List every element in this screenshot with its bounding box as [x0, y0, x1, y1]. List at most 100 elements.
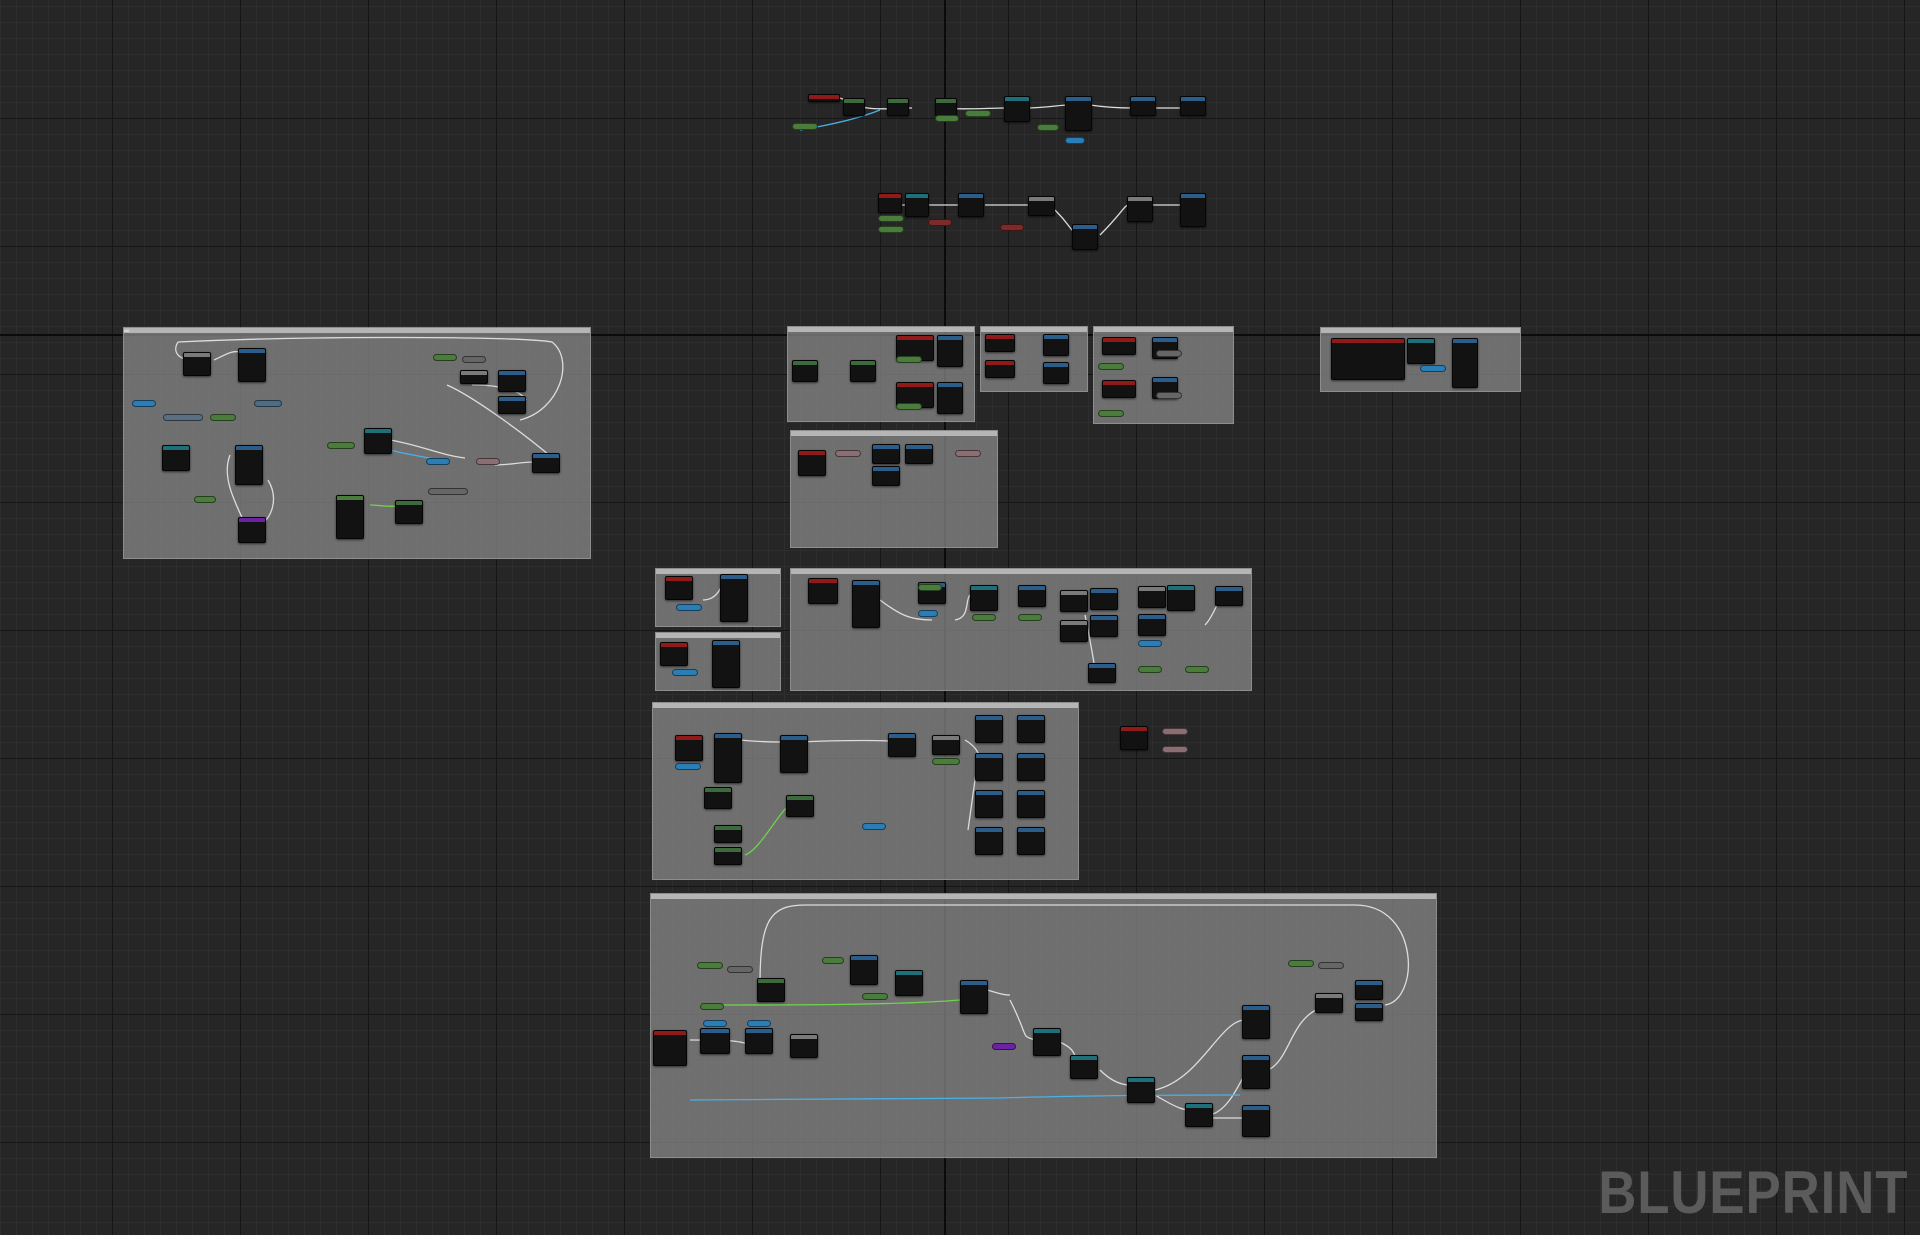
function-node[interactable] [975, 827, 1003, 855]
event-node[interactable] [808, 94, 840, 102]
function-node[interactable] [1043, 362, 1069, 384]
function-node[interactable] [1180, 193, 1206, 227]
function-node[interactable] [786, 795, 814, 817]
function-node[interactable] [937, 382, 963, 414]
function-node[interactable] [1060, 620, 1088, 642]
comment-box-title[interactable] [788, 327, 974, 332]
variable-object-pill[interactable] [1000, 224, 1024, 231]
function-node[interactable] [1090, 588, 1118, 610]
variable-get-pill[interactable] [433, 354, 457, 361]
variable-object-pill[interactable] [254, 400, 282, 407]
function-node[interactable] [888, 733, 916, 757]
variable-get-pill[interactable] [1098, 363, 1124, 370]
function-node[interactable] [1088, 663, 1116, 683]
variable-get-pill[interactable] [878, 215, 904, 222]
event-node[interactable] [660, 642, 688, 666]
variable-get-pill[interactable] [700, 1003, 724, 1010]
variable-object-pill[interactable] [703, 1020, 727, 1027]
comment-box-title[interactable] [791, 569, 1251, 574]
struct-node[interactable] [1127, 1077, 1155, 1103]
event-node[interactable] [1120, 726, 1148, 750]
variable-get-pill[interactable] [965, 110, 991, 117]
function-node[interactable] [720, 574, 748, 622]
comment-box-title[interactable] [1321, 328, 1520, 333]
struct-node[interactable] [905, 193, 929, 217]
function-node[interactable] [958, 193, 984, 217]
variable-get-pill[interactable] [918, 584, 942, 591]
function-node[interactable] [1017, 715, 1045, 743]
variable-object-pill[interactable] [163, 414, 203, 421]
function-node[interactable] [1355, 1003, 1383, 1021]
struct-node[interactable] [162, 445, 190, 471]
macro-node[interactable] [1127, 196, 1153, 222]
event-node[interactable] [665, 576, 693, 600]
variable-object-pill[interactable] [428, 488, 468, 495]
function-node[interactable] [1090, 615, 1118, 637]
comment-box-title[interactable] [656, 633, 780, 638]
function-node[interactable] [1060, 590, 1088, 612]
function-node[interactable] [1242, 1005, 1270, 1039]
struct-node[interactable] [895, 970, 923, 996]
variable-object-pill[interactable] [747, 1020, 771, 1027]
variable-object-pill[interactable] [918, 610, 938, 617]
variable-object-pill[interactable] [675, 763, 701, 770]
function-node[interactable] [852, 580, 880, 628]
struct-node[interactable] [1407, 338, 1435, 364]
variable-object-pill[interactable] [676, 604, 702, 611]
variable-object-pill[interactable] [1138, 640, 1162, 647]
variable-get-pill[interactable] [327, 442, 355, 449]
function-node[interactable] [1138, 614, 1166, 636]
function-node[interactable] [975, 715, 1003, 743]
comment-box-title[interactable] [651, 894, 1436, 899]
variable-get-pill[interactable] [194, 496, 216, 503]
variable-object-pill[interactable] [1420, 365, 1446, 372]
struct-node[interactable] [1070, 1055, 1098, 1079]
function-node[interactable] [975, 753, 1003, 781]
variable-get-pill[interactable] [1018, 614, 1042, 621]
function-node[interactable] [843, 98, 865, 116]
variable-get-pill[interactable] [822, 957, 844, 964]
comment-box-title[interactable] [1094, 327, 1233, 332]
struct-node[interactable] [1004, 96, 1030, 122]
function-node[interactable] [1130, 96, 1156, 116]
function-node[interactable] [336, 495, 364, 539]
event-node[interactable] [985, 360, 1015, 378]
function-node[interactable] [1242, 1105, 1270, 1137]
function-node[interactable] [1138, 586, 1166, 608]
event-node[interactable] [808, 578, 838, 604]
variable-object-pill[interactable] [132, 400, 156, 407]
variable-object-pill[interactable] [1065, 137, 1085, 144]
event-node[interactable] [985, 334, 1015, 352]
function-node[interactable] [937, 335, 963, 367]
function-node[interactable] [498, 396, 526, 414]
macro-node[interactable] [1028, 196, 1055, 216]
variable-object-pill[interactable] [862, 823, 886, 830]
function-node[interactable] [905, 444, 933, 464]
variable-get-pill[interactable] [1138, 666, 1162, 673]
comment-box-title[interactable] [653, 703, 1078, 708]
variable-object-pill[interactable] [1156, 392, 1182, 399]
variable-get-pill[interactable] [862, 993, 888, 1000]
variable-get-pill[interactable] [792, 123, 818, 130]
variable-get-pill[interactable] [878, 226, 904, 233]
variable-get-pill[interactable] [1162, 728, 1188, 735]
variable-object-pill[interactable] [928, 219, 952, 226]
function-node[interactable] [970, 585, 998, 611]
event-node[interactable] [1102, 337, 1136, 355]
variable-get-pill[interactable] [1098, 410, 1124, 417]
variable-get-pill[interactable] [1288, 960, 1314, 967]
function-node[interactable] [1180, 96, 1206, 116]
function-node[interactable] [872, 444, 900, 464]
struct-node[interactable] [1185, 1103, 1213, 1127]
function-node[interactable] [1065, 96, 1092, 131]
event-node[interactable] [878, 193, 902, 213]
custom-event-node[interactable] [238, 517, 266, 543]
event-node[interactable] [1102, 380, 1136, 398]
function-node[interactable] [712, 640, 740, 688]
variable-get-pill[interactable] [1037, 124, 1059, 131]
macro-node[interactable] [790, 1034, 818, 1058]
variable-get-pill[interactable] [1318, 962, 1344, 969]
function-node[interactable] [460, 370, 488, 384]
function-node[interactable] [1242, 1055, 1270, 1089]
function-node[interactable] [757, 978, 785, 1002]
